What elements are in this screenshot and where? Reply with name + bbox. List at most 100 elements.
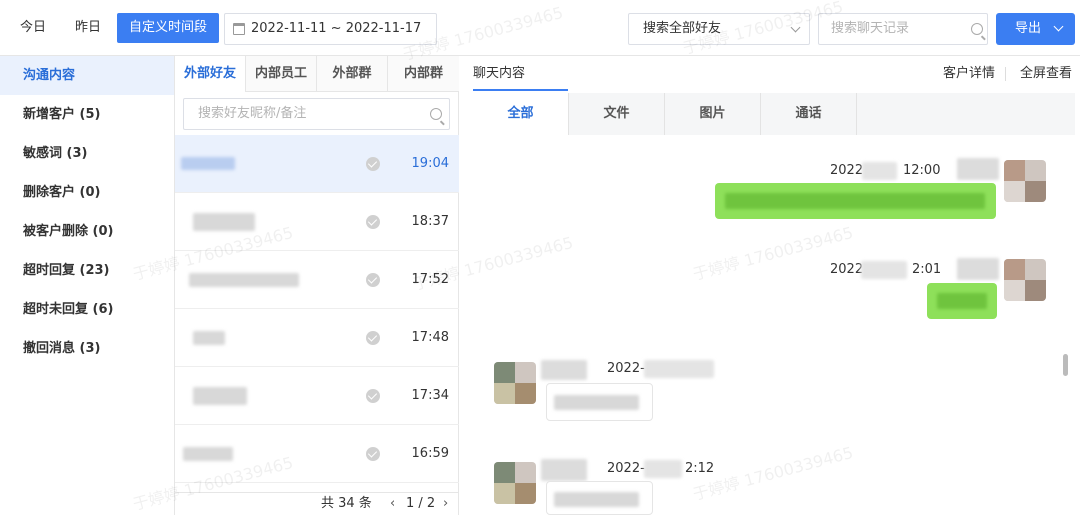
friend-last-time: 17:48 bbox=[411, 330, 449, 345]
sender-name-redacted bbox=[541, 360, 587, 380]
avatar bbox=[494, 362, 536, 404]
tab-internal-staff[interactable]: 内部员工 bbox=[246, 56, 317, 92]
search-icon bbox=[971, 23, 983, 35]
message-timestamp-prefix: 2022- bbox=[607, 361, 645, 376]
chat-title-underline bbox=[473, 89, 568, 91]
customer-detail-link[interactable]: 客户详情 bbox=[943, 56, 995, 92]
top-toolbar: 今日 昨日 自定义时间段 2022-11-11 ~ 2022-11-17 搜索全… bbox=[0, 0, 1080, 56]
friend-last-time: 18:37 bbox=[411, 214, 449, 229]
message-bubble bbox=[546, 383, 653, 421]
redacted-text bbox=[937, 293, 987, 309]
sidebar-item-sensitive-words[interactable]: 敏感词 (3) bbox=[0, 134, 174, 173]
message-bubble bbox=[546, 481, 653, 515]
friend-row[interactable]: 17:34 bbox=[175, 367, 459, 425]
check-icon bbox=[366, 157, 380, 171]
message-timestamp-suffix: 12:00 bbox=[903, 163, 941, 178]
redacted-text bbox=[861, 261, 907, 279]
chat-search-placeholder: 搜索聊天记录 bbox=[831, 21, 910, 36]
friend-last-time: 17:52 bbox=[411, 272, 449, 287]
friend-name-redacted bbox=[189, 273, 299, 287]
divider bbox=[1005, 67, 1006, 81]
pagination-total: 共 34 条 bbox=[321, 496, 372, 511]
date-range-picker[interactable]: 2022-11-11 ~ 2022-11-17 bbox=[224, 13, 437, 45]
friend-name-redacted bbox=[181, 157, 235, 170]
custom-range-button[interactable]: 自定义时间段 bbox=[117, 13, 219, 43]
friend-name-redacted bbox=[183, 447, 233, 461]
redacted-text bbox=[554, 492, 639, 507]
check-icon bbox=[366, 447, 380, 461]
export-button[interactable]: 导出 bbox=[996, 13, 1075, 45]
friend-name-redacted bbox=[193, 387, 247, 405]
friend-name-redacted bbox=[193, 331, 225, 345]
tab-external-groups[interactable]: 外部群 bbox=[317, 56, 388, 92]
friend-row[interactable]: 17:52 bbox=[175, 251, 459, 309]
chevron-down-icon bbox=[790, 22, 801, 33]
sidebar-item-late-reply[interactable]: 超时回复 (23) bbox=[0, 251, 174, 290]
message-timestamp-suffix: 2:12 bbox=[685, 461, 715, 476]
friend-last-time: 17:34 bbox=[411, 388, 449, 403]
chat-title: 聊天内容 bbox=[473, 66, 526, 81]
sidebar-item-new-customers[interactable]: 新增客户 (5) bbox=[0, 95, 174, 134]
tab-calls[interactable]: 通话 bbox=[761, 93, 857, 135]
message-timestamp-prefix: 2022 bbox=[830, 163, 864, 178]
message-timestamp-prefix: 2022- bbox=[607, 461, 645, 476]
next-page-icon[interactable]: › bbox=[443, 493, 448, 515]
chat-search-input[interactable]: 搜索聊天记录 bbox=[818, 13, 988, 45]
redacted-text bbox=[725, 193, 985, 209]
avatar bbox=[494, 462, 536, 504]
sidebar-item-deleted-by-customer[interactable]: 被客户删除 (0) bbox=[0, 212, 174, 251]
redacted-text bbox=[644, 360, 714, 378]
chat-filter-tabs: 全部 文件 图片 通话 bbox=[473, 93, 1075, 135]
chat-panel: 聊天内容 客户详情 全屏查看 全部 文件 图片 通话 2022 12:00 20… bbox=[459, 56, 1080, 515]
friend-name-redacted bbox=[193, 213, 255, 231]
redacted-text bbox=[862, 162, 897, 180]
prev-page-icon[interactable]: ‹ bbox=[390, 493, 395, 515]
yesterday-button[interactable]: 昨日 bbox=[75, 13, 101, 43]
sidebar-item-deleted-customers[interactable]: 删除客户 (0) bbox=[0, 173, 174, 212]
check-icon bbox=[366, 215, 380, 229]
redacted-text bbox=[644, 460, 682, 478]
check-icon bbox=[366, 389, 380, 403]
message-bubble bbox=[715, 183, 996, 219]
friend-row[interactable]: 19:04 bbox=[175, 135, 459, 193]
pagination-page: 1 / 2 bbox=[406, 496, 436, 511]
export-label: 导出 bbox=[1015, 21, 1042, 36]
friend-scope-value: 搜索全部好友 bbox=[643, 21, 722, 36]
check-icon bbox=[366, 273, 380, 287]
friend-last-time: 16:59 bbox=[411, 446, 449, 461]
friend-row[interactable]: 17:48 bbox=[175, 309, 459, 367]
tab-images[interactable]: 图片 bbox=[665, 93, 761, 135]
friend-row[interactable]: 16:59 bbox=[175, 425, 459, 483]
message-bubble bbox=[927, 283, 997, 319]
friend-search-input[interactable]: 搜索好友昵称/备注 bbox=[183, 98, 450, 130]
friend-row[interactable]: 18:37 bbox=[175, 193, 459, 251]
today-button[interactable]: 今日 bbox=[20, 13, 46, 43]
sidebar-item-communication[interactable]: 沟通内容 bbox=[0, 56, 174, 95]
friend-last-time: 19:04 bbox=[411, 156, 449, 171]
sender-name-redacted bbox=[541, 459, 587, 481]
chat-scrollbar[interactable] bbox=[1063, 354, 1068, 376]
pagination: 共 34 条 ‹ 1 / 2 › bbox=[175, 492, 459, 515]
calendar-icon bbox=[233, 23, 245, 35]
date-range-value: 2022-11-11 ~ 2022-11-17 bbox=[251, 21, 422, 36]
avatar bbox=[1004, 259, 1046, 301]
check-icon bbox=[366, 331, 380, 345]
tab-internal-groups[interactable]: 内部群 bbox=[388, 56, 459, 92]
tab-all[interactable]: 全部 bbox=[473, 93, 569, 135]
friend-scope-select[interactable]: 搜索全部好友 bbox=[628, 13, 810, 45]
sidebar-item-recalled-messages[interactable]: 撤回消息 (3) bbox=[0, 329, 174, 368]
message-timestamp-suffix: 2:01 bbox=[912, 262, 942, 277]
friend-list-panel: 外部好友 内部员工 外部群 内部群 搜索好友昵称/备注 19:04 18:37 … bbox=[174, 56, 459, 515]
search-icon bbox=[430, 108, 442, 120]
sender-name-redacted bbox=[957, 158, 999, 180]
fullscreen-link[interactable]: 全屏查看 bbox=[1020, 56, 1072, 92]
message-timestamp-prefix: 2022 bbox=[830, 262, 864, 277]
sender-name-redacted bbox=[957, 258, 999, 280]
tab-files[interactable]: 文件 bbox=[569, 93, 665, 135]
tab-external-friends[interactable]: 外部好友 bbox=[175, 56, 246, 92]
sidebar-item-no-reply[interactable]: 超时未回复 (6) bbox=[0, 290, 174, 329]
avatar bbox=[1004, 160, 1046, 202]
friend-search-placeholder: 搜索好友昵称/备注 bbox=[198, 106, 307, 121]
friend-type-tabs: 外部好友 内部员工 外部群 内部群 bbox=[175, 56, 459, 92]
category-sidebar: 沟通内容 新增客户 (5) 敏感词 (3) 删除客户 (0) 被客户删除 (0)… bbox=[0, 56, 174, 515]
